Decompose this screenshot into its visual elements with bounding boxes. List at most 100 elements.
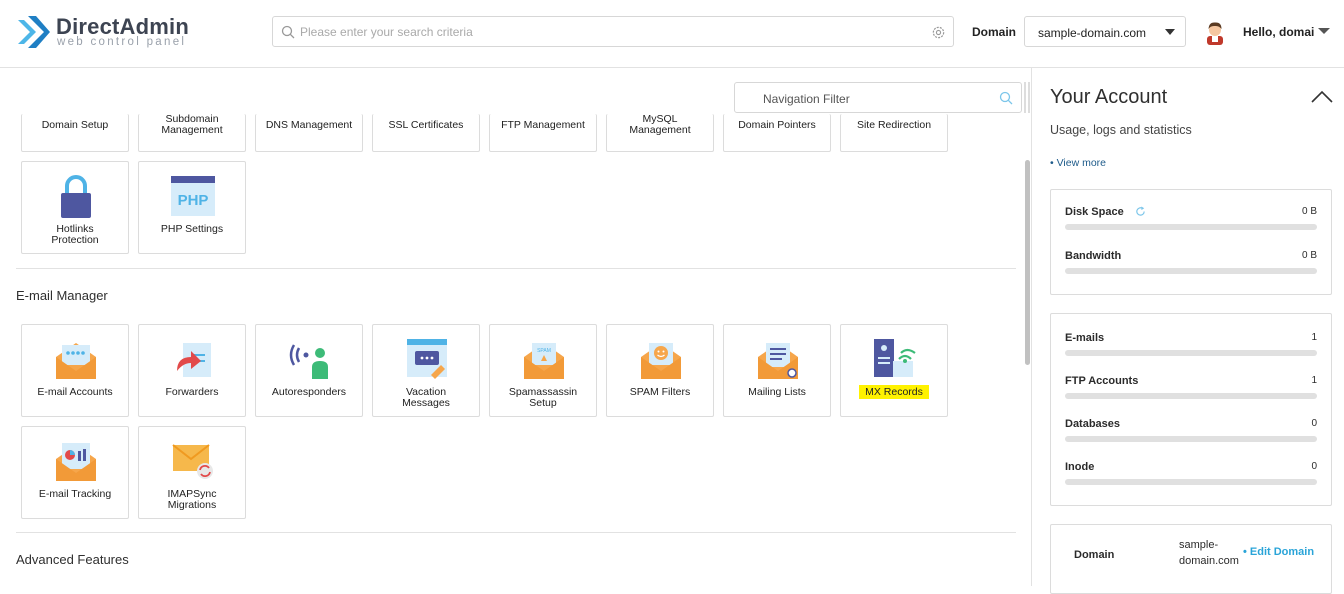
tile-label: E-mail Accounts bbox=[37, 386, 113, 398]
tile-hotlinks-protection[interactable]: Hotlinks Protection bbox=[21, 161, 129, 254]
counts-card: E-mails 1 FTP Accounts 1 Databases 0 Ino… bbox=[1050, 313, 1332, 506]
tile-label: E-mail Tracking bbox=[38, 488, 112, 500]
forward-icon bbox=[177, 343, 211, 377]
section-divider bbox=[16, 268, 1016, 269]
ftp-accounts-stat: FTP Accounts 1 bbox=[1065, 375, 1317, 403]
tile-label: Forwarders bbox=[165, 386, 219, 398]
disk-space-stat: Disk Space 0 B bbox=[1065, 206, 1317, 234]
gear-icon[interactable] bbox=[931, 25, 946, 40]
tile-label: Subdomain Management bbox=[161, 113, 223, 136]
tile-label: MySQL Management bbox=[629, 113, 691, 136]
panel-subtitle: Usage, logs and statistics bbox=[1050, 123, 1192, 137]
server-signal-icon bbox=[874, 339, 916, 377]
domain-label: Domain bbox=[972, 25, 1017, 39]
tile-dns-management[interactable]: DNS Management bbox=[255, 114, 363, 152]
tile-php-settings[interactable]: PHP PHP Settings bbox=[138, 161, 246, 254]
directadmin-logo[interactable]: DirectAdmin web control panel bbox=[16, 12, 196, 52]
navigation-filter-placeholder: Navigation Filter bbox=[763, 92, 850, 106]
tile-email-tracking[interactable]: E-mail Tracking bbox=[21, 426, 129, 519]
tile-label: SSL Certificates bbox=[388, 119, 464, 131]
tile-ssl-certificates[interactable]: SSL Certificates bbox=[372, 114, 480, 152]
tile-spam-filters[interactable]: SPAM Filters bbox=[606, 324, 714, 417]
main-scrollbar[interactable] bbox=[1025, 160, 1030, 365]
domain-select[interactable]: sample-domain.com bbox=[1024, 16, 1186, 47]
domain-card: Domain sample-domain.com • Edit Domain bbox=[1050, 524, 1332, 594]
navigation-filter-input[interactable]: Navigation Filter bbox=[734, 82, 1022, 113]
refresh-icon[interactable] bbox=[1135, 206, 1146, 217]
tile-forwarders[interactable]: Forwarders bbox=[138, 324, 246, 417]
stat-name: Inode bbox=[1065, 461, 1095, 473]
stat-value: 1 bbox=[1311, 332, 1317, 343]
stat-value: 0 bbox=[1311, 418, 1317, 429]
section-divider bbox=[16, 532, 1016, 533]
stat-name: Disk Space bbox=[1065, 206, 1124, 218]
php-icon: PHP bbox=[171, 176, 215, 216]
global-search[interactable] bbox=[272, 16, 954, 47]
view-more-link[interactable]: • View more bbox=[1050, 157, 1106, 169]
tile-label: IMAPSync Migrations bbox=[167, 488, 217, 511]
domain-card-label: Domain bbox=[1074, 549, 1115, 561]
domain-card-value: sample-domain.com bbox=[1179, 539, 1239, 567]
panel-title: Your Account bbox=[1050, 86, 1168, 108]
brand-subtitle: web control panel bbox=[57, 36, 187, 48]
tile-domain-setup[interactable]: Domain Setup bbox=[21, 114, 129, 152]
tile-ftp-management[interactable]: FTP Management bbox=[489, 114, 597, 152]
tile-vacation-messages[interactable]: Vacation Messages bbox=[372, 324, 480, 417]
usage-bar bbox=[1065, 436, 1317, 442]
advanced-features-title: Advanced Features bbox=[16, 552, 129, 567]
svg-text:PHP: PHP bbox=[178, 192, 209, 209]
usage-bar bbox=[1065, 350, 1317, 356]
stat-value: 0 bbox=[1311, 461, 1317, 472]
avatar[interactable] bbox=[1202, 19, 1228, 45]
tile-label: MX Records bbox=[841, 385, 947, 399]
autoresponder-icon bbox=[289, 344, 328, 379]
email-accounts-icon bbox=[56, 343, 96, 379]
tile-email-accounts[interactable]: E-mail Accounts bbox=[21, 324, 129, 417]
tile-mx-records[interactable]: MX Records bbox=[840, 324, 948, 417]
stat-name: Databases bbox=[1065, 418, 1121, 430]
panel-resize-handle-2[interactable] bbox=[1028, 82, 1030, 113]
tile-site-redirection[interactable]: Site Redirection bbox=[840, 114, 948, 152]
stat-value: 0 B bbox=[1301, 206, 1317, 217]
tile-mysql-management[interactable]: MySQL Management bbox=[606, 114, 714, 152]
tile-autoresponders[interactable]: Autoresponders bbox=[255, 324, 363, 417]
edit-domain-link[interactable]: • Edit Domain bbox=[1243, 546, 1314, 558]
emails-stat: E-mails 1 bbox=[1065, 332, 1317, 360]
tile-subdomain-management[interactable]: Subdomain Management bbox=[138, 114, 246, 152]
tile-label: Site Redirection bbox=[856, 119, 932, 131]
directadmin-logo-icon bbox=[18, 16, 50, 48]
tile-domain-pointers[interactable]: Domain Pointers bbox=[723, 114, 831, 152]
stat-value: 1 bbox=[1311, 375, 1317, 386]
search-icon bbox=[281, 25, 295, 39]
highlighted-label: MX Records bbox=[859, 385, 929, 399]
user-menu-chevron-icon[interactable] bbox=[1318, 28, 1330, 34]
search-input[interactable] bbox=[300, 22, 920, 42]
tile-imapsync-migrations[interactable]: IMAPSync Migrations bbox=[138, 426, 246, 519]
email-tracking-icon bbox=[56, 443, 96, 481]
tile-label: FTP Management bbox=[501, 119, 585, 131]
tile-label: Autoresponders bbox=[271, 386, 347, 398]
tile-mailing-lists[interactable]: Mailing Lists bbox=[723, 324, 831, 417]
stat-name: E-mails bbox=[1065, 332, 1105, 344]
panel-resize-handle[interactable] bbox=[1024, 82, 1026, 113]
databases-stat: Databases 0 bbox=[1065, 418, 1317, 446]
stat-value: 0 B bbox=[1301, 250, 1317, 261]
tile-label: PHP Settings bbox=[160, 223, 224, 235]
usage-bar bbox=[1065, 268, 1317, 274]
tile-spamassassin-setup[interactable]: SPAM Spamassassin Setup bbox=[489, 324, 597, 417]
user-greeting[interactable]: Hello, domai bbox=[1243, 25, 1314, 39]
svg-text:SPAM: SPAM bbox=[537, 348, 551, 354]
tile-label: SPAM Filters bbox=[629, 386, 691, 398]
inode-stat: Inode 0 bbox=[1065, 461, 1317, 489]
tile-label: DNS Management bbox=[265, 119, 353, 131]
usage-bar bbox=[1065, 479, 1317, 485]
tile-label: Domain Pointers bbox=[738, 119, 816, 131]
tile-label: Mailing Lists bbox=[748, 386, 806, 398]
stat-name: FTP Accounts bbox=[1065, 375, 1139, 387]
imapsync-icon bbox=[172, 444, 213, 479]
usage-bar bbox=[1065, 224, 1317, 230]
top-header: DirectAdmin web control panel Domain sam… bbox=[0, 0, 1344, 68]
tile-label: Domain Setup bbox=[41, 119, 109, 131]
chevron-up-icon[interactable] bbox=[1310, 88, 1334, 104]
account-panel: Your Account Usage, logs and statistics … bbox=[1031, 68, 1344, 594]
